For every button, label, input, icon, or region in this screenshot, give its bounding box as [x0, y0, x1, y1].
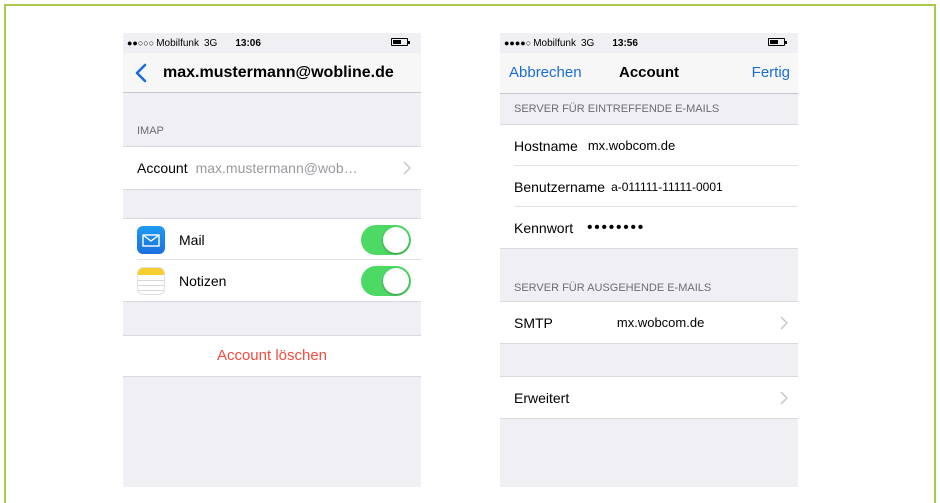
chevron-right-icon [780, 390, 788, 405]
smtp-value: mx.wobcom.de [616, 315, 705, 330]
username-value: a-011111-11111-0001 [611, 179, 723, 194]
notes-row: Notizen [123, 260, 421, 301]
toggle-knob [383, 268, 409, 294]
status-time: 13:56 [612, 37, 638, 49]
navigation-bar: Abbrechen Account Fertig [500, 53, 798, 94]
navigation-bar: max.mustermann@wobline.de [123, 53, 421, 93]
page-title: max.mustermann@wobline.de [163, 64, 394, 81]
toggle-knob [383, 227, 409, 253]
mail-label: Mail [179, 231, 205, 248]
battery-icon [768, 38, 787, 46]
apps-group: Mail Notizen [123, 218, 421, 302]
username-label: Benutzername [514, 178, 606, 195]
chevron-right-icon [780, 315, 788, 330]
section-header-outgoing: SERVER FÜR AUSGEHENDE E-MAILS [514, 282, 712, 294]
advanced-group: Erweitert [500, 376, 798, 419]
signal-strength-icon: ●●○○○ [127, 38, 155, 48]
account-row[interactable]: Account max.mustermann@wob… [123, 147, 421, 189]
delete-account-button[interactable]: Account löschen [123, 335, 421, 377]
phone-screen-account-settings: ●●●●○ Mobilfunk 3G 13:56 Abbrechen Accou… [500, 33, 798, 487]
done-button[interactable]: Fertig [752, 53, 790, 93]
status-bar: ●●○○○ Mobilfunk 3G 13:06 [123, 33, 421, 53]
phone-screen-account-overview: ●●○○○ Mobilfunk 3G 13:06 max.mustermann@… [123, 33, 421, 487]
account-group: Account max.mustermann@wob… [123, 146, 421, 190]
hostname-value: mx.wobcom.de [587, 138, 676, 153]
hostname-label: Hostname [514, 137, 578, 154]
status-time: 13:06 [235, 37, 261, 49]
chevron-right-icon [403, 161, 411, 175]
incoming-server-group: Hostname mx.wobcom.de Benutzername a-011… [500, 124, 798, 249]
password-value: •••••••• [587, 219, 646, 236]
carrier-label: Mobilfunk [156, 37, 199, 49]
section-header-incoming: SERVER FÜR EINTREFFENDE E-MAILS [514, 103, 720, 115]
mail-toggle[interactable] [361, 225, 411, 255]
account-label: Account [137, 160, 188, 176]
notes-toggle[interactable] [361, 266, 411, 296]
notes-label: Notizen [179, 272, 227, 289]
mail-row: Mail [123, 219, 421, 260]
cancel-button[interactable]: Abbrechen [509, 53, 582, 93]
status-bar: ●●●●○ Mobilfunk 3G 13:56 [500, 33, 798, 53]
notes-app-icon [137, 266, 165, 295]
smtp-label: SMTP [514, 314, 553, 331]
advanced-label: Erweitert [514, 389, 570, 406]
advanced-row[interactable]: Erweitert [500, 377, 798, 418]
signal-strength-icon: ●●●●○ [504, 38, 532, 48]
mail-app-icon [137, 225, 165, 254]
network-type: 3G [581, 37, 595, 49]
password-label: Kennwort [514, 219, 574, 236]
carrier-label: Mobilfunk [533, 37, 576, 49]
battery-icon [391, 38, 410, 46]
hostname-row[interactable]: Hostname mx.wobcom.de [500, 125, 798, 166]
outgoing-server-group: SMTP mx.wobcom.de [500, 301, 798, 344]
username-row[interactable]: Benutzername a-011111-11111-0001 [500, 166, 798, 207]
section-header-imap: IMAP [137, 125, 164, 137]
smtp-row[interactable]: SMTP mx.wobcom.de [500, 302, 798, 343]
network-type: 3G [204, 37, 218, 49]
account-value: max.mustermann@wob… [195, 160, 358, 176]
back-chevron-icon[interactable] [131, 62, 153, 84]
password-row[interactable]: Kennwort •••••••• [500, 207, 798, 248]
